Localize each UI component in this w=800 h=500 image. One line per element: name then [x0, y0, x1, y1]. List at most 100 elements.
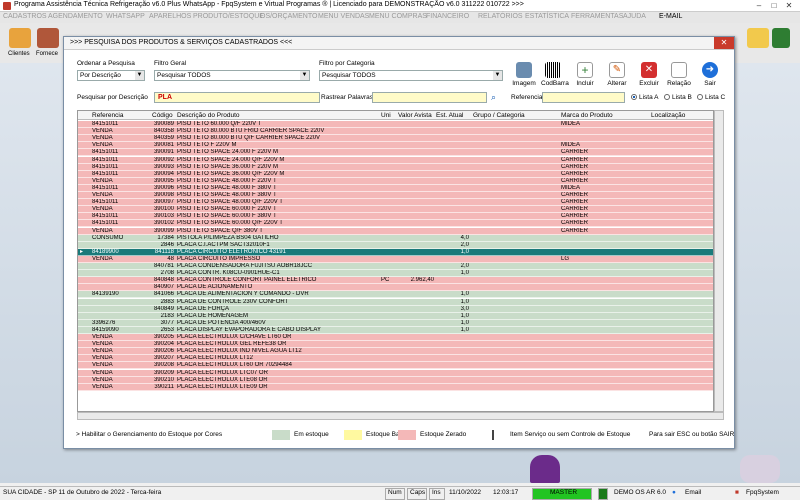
table-row[interactable]: 840907 PLACA DE ACIONAMENTO — [78, 284, 713, 292]
menu-produto-estoque[interactable]: PRODUTO/ESTOQUE — [193, 13, 264, 20]
col-valor-avista[interactable]: Valor Avista — [398, 112, 432, 119]
excluir-label: Excluir — [639, 80, 659, 87]
table-row[interactable]: 840849 PLACA DE FORÇA 3,0 — [78, 305, 713, 313]
table-row[interactable]: CONSUMO 17384 PISTOLA P/LIMPEZA BS04 GATIL… — [78, 234, 713, 242]
menu-aparelhos[interactable]: APARELHOS — [149, 13, 191, 20]
minimize-icon[interactable]: – — [752, 1, 766, 11]
col-marca[interactable]: Marca do Produto — [561, 112, 613, 119]
rastrear-input[interactable] — [372, 92, 487, 103]
table-row[interactable]: VENDA 390095 PISO TETO SPACE 48.000 F 220V… — [78, 177, 713, 185]
table-row[interactable]: 84151011 390102 PISO TETO SPACE 60.000 Q/F… — [78, 220, 713, 228]
menu-relatorios[interactable]: RELATÓRIOS — [478, 13, 523, 20]
menu-financeiro[interactable]: FINANCEIRO — [426, 13, 469, 20]
cell-marca: CARRIER — [561, 227, 589, 234]
col-uni[interactable]: Uni — [381, 112, 391, 119]
table-row[interactable]: VENDA 390099 PISO TETO SPACE Q/F 380V T CAR… — [78, 227, 713, 235]
grid-horizontal-scrollbar[interactable] — [77, 412, 724, 420]
menu-ferramentas[interactable]: FERRAMENTAS — [571, 13, 623, 20]
filtro-geral-select[interactable]: Pesquisar TODOS ▼ — [154, 70, 310, 81]
table-row[interactable]: VENDA 390210 PLACA ELECTROLUX LTE08 OR — [78, 376, 713, 384]
col-est-atual[interactable]: Est. Atual — [436, 112, 463, 119]
descricao-search-input[interactable]: PLA — [154, 92, 320, 103]
table-row[interactable]: 2183 PLACA DE HOMENAGEM 1,0 — [78, 312, 713, 320]
cell-referencia: VENDA — [92, 255, 113, 262]
tool-icon[interactable] — [747, 28, 769, 48]
cell-descricao: PISO TETO SPACE 60.000 F 380V T — [177, 213, 277, 220]
table-row[interactable]: 84151011 390094 PISO TETO SPACE 36.000 Q/F… — [78, 170, 713, 178]
menu-cadastros[interactable]: CADASTROS — [3, 13, 47, 20]
codbarra-button[interactable]: CodBarra — [541, 62, 569, 87]
table-row[interactable]: VENDA 390206 PLACA ELECTROLUX IND NIVEL AG… — [78, 348, 713, 356]
grid-vertical-scrollbar[interactable] — [714, 110, 724, 412]
table-row[interactable]: ▸ 84189900 841118 PLACA CIRCUITO ELETRONICO… — [78, 248, 713, 256]
menu-os-orcamento[interactable]: OS/ORÇAMENTO — [260, 13, 317, 20]
radio-lista-c[interactable]: Lista C — [697, 94, 725, 101]
table-row[interactable]: VENDA 48 PLACA CIRCUITO IMPRESSO LG — [78, 255, 713, 263]
cell-referencia: VENDA — [92, 177, 113, 184]
menu-agendamento[interactable]: AGENDAMENTO — [48, 13, 103, 20]
table-row[interactable]: 2883 PLACA DE CONTROLE 230V CONFORT 1,0 — [78, 298, 713, 306]
col-referencia[interactable]: Referencia — [92, 112, 123, 119]
table-row[interactable]: 840781 PLACA CONDENSADORA FUJITSU AOBR18J… — [78, 263, 713, 271]
table-row[interactable]: VENDA 390207 PLACA ELECTROLUX LT12 — [78, 355, 713, 363]
table-row[interactable]: VENDA 390204 PLACA ELECTROLUX GEL REFE38 O… — [78, 341, 713, 349]
table-row[interactable]: 84139190 841066 PLACA DE ALIMENTACION Y CO… — [78, 291, 713, 299]
ordenar-select[interactable]: Por Descrição ▼ — [77, 70, 145, 81]
table-row[interactable]: 84159090 2653 PLACA DISPLAY EVAPORADORA E … — [78, 326, 713, 334]
menu-email[interactable]: E-MAIL — [659, 13, 682, 20]
col-descricao[interactable]: Descrição do Produto — [177, 112, 240, 119]
menu-ajuda[interactable]: AJUDA — [623, 13, 646, 20]
excluir-button[interactable]: ✕ Excluir — [637, 62, 661, 87]
table-row[interactable]: VENDA 390081 PISO TETO F 220V M MIDEA — [78, 142, 713, 150]
table-row[interactable]: 84151011 390103 PISO TETO SPACE 60.000 F 3… — [78, 213, 713, 221]
fornece-icon[interactable] — [37, 28, 59, 48]
table-row[interactable]: 84151011 390093 PISO TETO SPACE 36.000 F 2… — [78, 163, 713, 171]
radio-lista-b[interactable]: Lista B — [664, 94, 692, 101]
col-grupo-categoria[interactable]: Grupo / Categoria — [473, 112, 525, 119]
table-row[interactable]: VENDA 840359 PISO TETO 80.000 BTU Q/F CARR… — [78, 135, 713, 143]
products-grid[interactable]: Referencia Código Descrição do Produto U… — [77, 110, 714, 412]
menu-vendas[interactable]: MENU VENDAS — [318, 13, 369, 20]
cell-referencia: VENDA — [92, 341, 113, 348]
col-codigo[interactable]: Código — [152, 112, 173, 119]
menu-compras[interactable]: MENU COMPRAS — [369, 13, 427, 20]
table-row[interactable]: 84151011 390089 PISO TETO 60.000 Q/F 220V … — [78, 121, 713, 129]
menu-estatistica[interactable]: ESTATÍSTICA — [525, 13, 569, 20]
cell-marca: CARRIER — [561, 199, 589, 206]
whatsapp-icon[interactable]: ● — [672, 489, 676, 496]
table-row[interactable]: VENDA 390209 PLACA ELECTROLUX LTC07 OR — [78, 369, 713, 377]
relacao-button[interactable]: Relação — [667, 62, 691, 87]
table-row[interactable]: 84151011 390092 PISO TETO SPACE 24.000 Q/F… — [78, 156, 713, 164]
table-row[interactable]: 840848 PLACA CONTROLE CONFORT PAINEL ELET… — [78, 277, 713, 285]
status-email[interactable]: Email — [685, 489, 701, 496]
menu-whatsapp[interactable]: WHATSAPP — [106, 13, 145, 20]
habilitar-cores-toggle[interactable]: > Habilitar o Gerenciamento do Estoque p… — [76, 431, 222, 438]
table-row[interactable]: 2846 PLACA C.I.ACTPM SACT32010F1 2,0 — [78, 241, 713, 249]
incluir-button[interactable]: + Incluir — [573, 62, 597, 87]
exit-icon[interactable] — [772, 28, 790, 48]
imagem-button[interactable]: Imagem — [512, 62, 536, 87]
close-icon[interactable]: ✕ — [782, 1, 796, 11]
table-row[interactable]: VENDA 390208 PLACA ELECTROLUX LT60 OR 7029… — [78, 362, 713, 370]
col-localizacao[interactable]: Localização — [651, 112, 685, 119]
radio-lista-a[interactable]: Lista A — [631, 94, 659, 101]
search-icon[interactable]: ⌕ — [491, 92, 496, 103]
table-row[interactable]: 3396276 3077 PLACA DE POTENCIA 400/460V 1,0 — [78, 319, 713, 327]
table-row[interactable]: 84151011 390097 PISO TETO SPACE 48.000 Q/F… — [78, 199, 713, 207]
sair-button[interactable]: ➜ Sair — [698, 62, 722, 87]
dialog-close-icon[interactable]: ✕ — [714, 37, 734, 49]
alterar-button[interactable]: ✎ Alterar — [605, 62, 629, 87]
table-row[interactable]: VENDA 840358 PISO TETO 80.000 BTU FRIO CAR… — [78, 128, 713, 136]
table-row[interactable]: 84151011 390091 PISO TETO SPACE 24.000 F 2… — [78, 149, 713, 157]
referencia-input[interactable] — [542, 92, 625, 103]
cell-codigo: 840358 — [153, 128, 174, 135]
table-row[interactable]: VENDA 390205 PLACA ELECTROLUX C/CHAVE LT60… — [78, 334, 713, 342]
table-row[interactable]: 84151011 390096 PISO TETO SPACE 48.000 F 3… — [78, 184, 713, 192]
clientes-icon[interactable] — [9, 28, 31, 48]
table-row[interactable]: 2708 PLACA CONTR. K08CU-0901HUE-C1 1,0 — [78, 270, 713, 278]
maximize-icon[interactable]: □ — [767, 1, 781, 11]
table-row[interactable]: VENDA 390100 PISO TETO SPACE 60.000 F 220V… — [78, 206, 713, 214]
table-row[interactable]: VENDA 390098 PISO TETO SPACE 48.000 F 380V… — [78, 192, 713, 200]
filtro-categoria-select[interactable]: Pesquisar TODOS ▼ — [319, 70, 503, 81]
table-row[interactable]: VENDA 390211 PLACA ELECTROLUX LTE09 OR — [78, 383, 713, 391]
